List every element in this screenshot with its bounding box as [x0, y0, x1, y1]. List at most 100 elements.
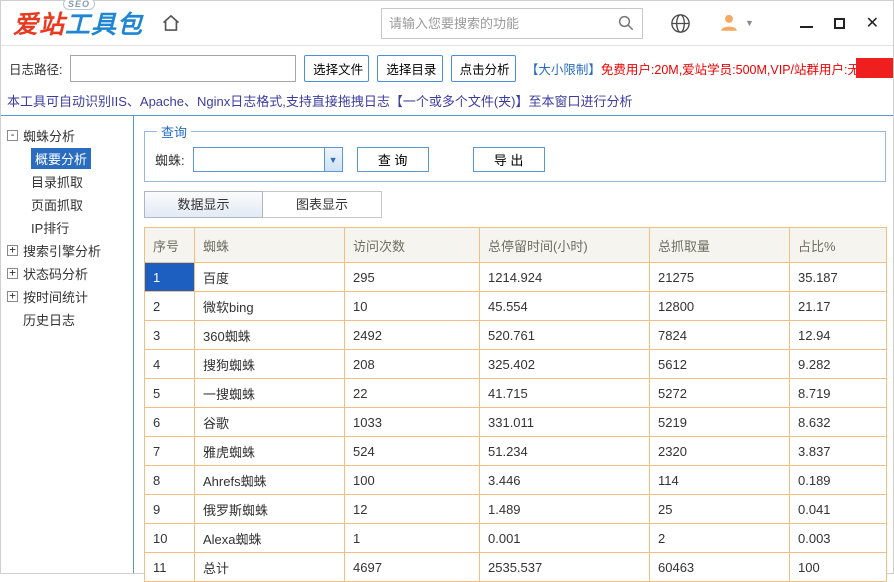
- table-row[interactable]: 1百度2951214.9242127535.187: [145, 263, 887, 292]
- home-icon[interactable]: [161, 13, 181, 33]
- table-row[interactable]: 11总计46972535.53760463100: [145, 553, 887, 582]
- column-header[interactable]: 总抓取量: [650, 228, 790, 263]
- table-cell[interactable]: 0.001: [480, 524, 650, 553]
- sidebar-item[interactable]: +搜索引擎分析: [7, 239, 133, 262]
- table-cell[interactable]: 微软bing: [195, 292, 345, 321]
- table-cell[interactable]: 8.632: [790, 408, 887, 437]
- table-cell[interactable]: 35.187: [790, 263, 887, 292]
- table-cell[interactable]: 12.94: [790, 321, 887, 350]
- table-cell[interactable]: 9.282: [790, 350, 887, 379]
- table-cell[interactable]: 4: [145, 350, 195, 379]
- table-row[interactable]: 7雅虎蜘蛛52451.23423203.837: [145, 437, 887, 466]
- column-header[interactable]: 序号: [145, 228, 195, 263]
- tab-data-view[interactable]: 数据显示: [144, 191, 263, 218]
- sidebar-item[interactable]: 页面抓取: [31, 193, 133, 216]
- table-cell[interactable]: 100: [345, 466, 480, 495]
- table-cell[interactable]: 5272: [650, 379, 790, 408]
- table-cell[interactable]: 100: [790, 553, 887, 582]
- table-cell[interactable]: 360蜘蛛: [195, 321, 345, 350]
- table-cell[interactable]: 41.715: [480, 379, 650, 408]
- table-cell[interactable]: 1033: [345, 408, 480, 437]
- select-arrow-icon[interactable]: ▼: [324, 148, 342, 171]
- table-cell[interactable]: 1214.924: [480, 263, 650, 292]
- search-input[interactable]: [389, 16, 617, 31]
- table-cell[interactable]: 1: [345, 524, 480, 553]
- table-cell[interactable]: 12: [345, 495, 480, 524]
- tab-chart-view[interactable]: 图表显示: [263, 191, 382, 218]
- table-cell[interactable]: 1.489: [480, 495, 650, 524]
- sidebar-item[interactable]: -蜘蛛分析: [7, 124, 133, 147]
- sidebar-item[interactable]: +按时间统计: [7, 285, 133, 308]
- table-cell[interactable]: 22: [345, 379, 480, 408]
- table-row[interactable]: 8Ahrefs蜘蛛1003.4461140.189: [145, 466, 887, 495]
- table-cell[interactable]: 搜狗蜘蛛: [195, 350, 345, 379]
- search-icon[interactable]: [617, 14, 635, 32]
- table-row[interactable]: 2微软bing1045.5541280021.17: [145, 292, 887, 321]
- table-cell[interactable]: 60463: [650, 553, 790, 582]
- spider-select[interactable]: ▼: [193, 147, 343, 172]
- table-cell[interactable]: 208: [345, 350, 480, 379]
- table-cell[interactable]: 520.761: [480, 321, 650, 350]
- sidebar-item[interactable]: +状态码分析: [7, 262, 133, 285]
- table-cell[interactable]: 5: [145, 379, 195, 408]
- query-button[interactable]: 查 询: [357, 147, 429, 172]
- table-row[interactable]: 6谷歌1033331.01152198.632: [145, 408, 887, 437]
- table-cell[interactable]: 25: [650, 495, 790, 524]
- table-cell[interactable]: 百度: [195, 263, 345, 292]
- table-cell[interactable]: 21.17: [790, 292, 887, 321]
- close-button[interactable]: ✕: [866, 15, 879, 31]
- table-cell[interactable]: 0.003: [790, 524, 887, 553]
- table-cell[interactable]: 总计: [195, 553, 345, 582]
- table-cell[interactable]: 6: [145, 408, 195, 437]
- column-header[interactable]: 占比%: [790, 228, 887, 263]
- table-cell[interactable]: 3.837: [790, 437, 887, 466]
- sidebar-item[interactable]: 目录抓取: [31, 170, 133, 193]
- table-cell[interactable]: 5612: [650, 350, 790, 379]
- table-row[interactable]: 10Alexa蜘蛛10.00120.003: [145, 524, 887, 553]
- user-account-menu[interactable]: ▼: [718, 12, 754, 34]
- table-cell[interactable]: 10: [145, 524, 195, 553]
- table-cell[interactable]: 8.719: [790, 379, 887, 408]
- table-cell[interactable]: 0.189: [790, 466, 887, 495]
- column-header[interactable]: 总停留时间(小时): [480, 228, 650, 263]
- column-header[interactable]: 蜘蛛: [195, 228, 345, 263]
- table-cell[interactable]: 21275: [650, 263, 790, 292]
- table-cell[interactable]: 10: [345, 292, 480, 321]
- table-cell[interactable]: 一搜蜘蛛: [195, 379, 345, 408]
- minimize-button[interactable]: [800, 15, 813, 31]
- table-cell[interactable]: 5219: [650, 408, 790, 437]
- collapse-icon[interactable]: -: [7, 130, 18, 141]
- table-cell[interactable]: 325.402: [480, 350, 650, 379]
- globe-icon[interactable]: [669, 12, 692, 35]
- table-cell[interactable]: Ahrefs蜘蛛: [195, 466, 345, 495]
- table-cell[interactable]: 1: [145, 263, 195, 292]
- export-button[interactable]: 导 出: [473, 147, 545, 172]
- table-cell[interactable]: 331.011: [480, 408, 650, 437]
- table-cell[interactable]: 谷歌: [195, 408, 345, 437]
- analyze-button[interactable]: 点击分析: [451, 55, 516, 82]
- table-cell[interactable]: 45.554: [480, 292, 650, 321]
- table-cell[interactable]: 8: [145, 466, 195, 495]
- table-row[interactable]: 5一搜蜘蛛2241.71552728.719: [145, 379, 887, 408]
- table-cell[interactable]: Alexa蜘蛛: [195, 524, 345, 553]
- table-cell[interactable]: 51.234: [480, 437, 650, 466]
- table-cell[interactable]: 11: [145, 553, 195, 582]
- sidebar-item[interactable]: 历史日志: [7, 308, 133, 331]
- table-cell[interactable]: 7824: [650, 321, 790, 350]
- expand-icon[interactable]: +: [7, 268, 18, 279]
- table-cell[interactable]: 2: [650, 524, 790, 553]
- table-cell[interactable]: 2535.537: [480, 553, 650, 582]
- table-cell[interactable]: 9: [145, 495, 195, 524]
- table-cell[interactable]: 114: [650, 466, 790, 495]
- table-row[interactable]: 4搜狗蜘蛛208325.40256129.282: [145, 350, 887, 379]
- column-header[interactable]: 访问次数: [345, 228, 480, 263]
- table-row[interactable]: 3360蜘蛛2492520.761782412.94: [145, 321, 887, 350]
- table-cell[interactable]: 俄罗斯蜘蛛: [195, 495, 345, 524]
- sidebar-item[interactable]: IP排行: [31, 216, 133, 239]
- table-cell[interactable]: 2320: [650, 437, 790, 466]
- table-cell[interactable]: 12800: [650, 292, 790, 321]
- table-cell[interactable]: 雅虎蜘蛛: [195, 437, 345, 466]
- table-cell[interactable]: 3: [145, 321, 195, 350]
- expand-icon[interactable]: +: [7, 245, 18, 256]
- table-cell[interactable]: 0.041: [790, 495, 887, 524]
